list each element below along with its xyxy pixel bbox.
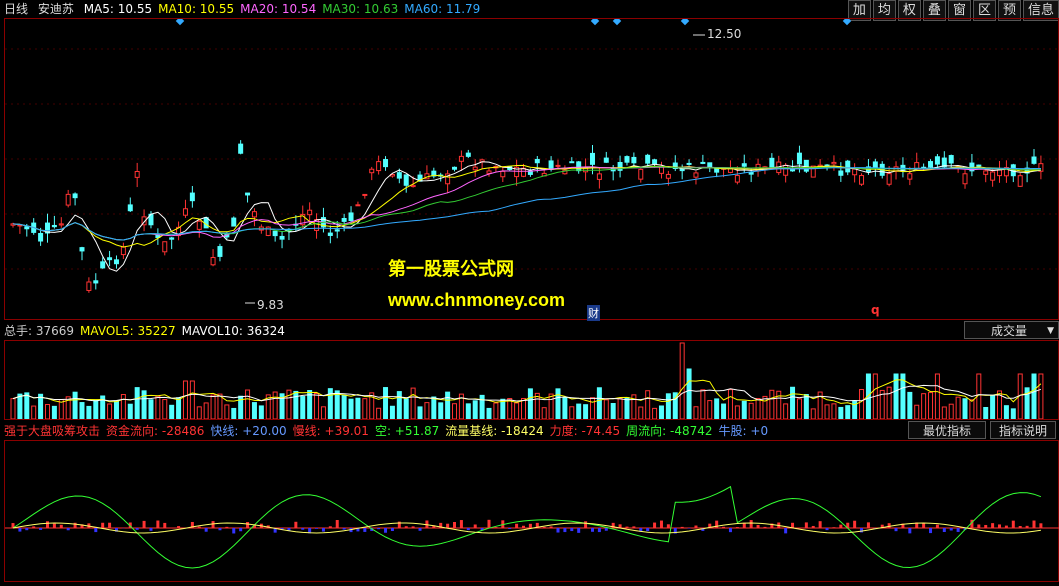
indicator-value-4: 空: +51.87 bbox=[374, 424, 440, 438]
low-price-label: 9.83 bbox=[257, 298, 284, 312]
period-label[interactable]: 日线 bbox=[4, 2, 28, 16]
indicator-value-8: 牛股: +0 bbox=[718, 424, 769, 438]
indicator-value-0: 强于大盘吸筹攻击 bbox=[4, 424, 101, 438]
chevron-down-icon: ▼ bbox=[1047, 326, 1054, 336]
watermark-url: www.chnmoney.com bbox=[388, 290, 566, 310]
volume-value-0: 总手: 37669 bbox=[4, 324, 75, 338]
indicator-help-button[interactable]: 指标说明 bbox=[990, 421, 1056, 439]
volume-header: 总手: 37669 MAVOL5: 35227 MAVOL10: 36324 bbox=[0, 322, 297, 340]
q-marker[interactable]: q bbox=[871, 303, 880, 317]
stock-name: 安迪苏 bbox=[37, 2, 74, 16]
volume-value-2: MAVOL10: 36324 bbox=[181, 324, 285, 338]
indicator-chart bbox=[5, 485, 1059, 569]
volume-selector-label: 成交量 bbox=[991, 324, 1028, 338]
indicator-header: 强于大盘吸筹攻击 资金流向: -28486 快线: +20.00 慢线: +39.01… bbox=[0, 422, 780, 440]
indicator-value-2: 快线: +20.00 bbox=[210, 424, 287, 438]
volume-chart bbox=[10, 342, 1044, 419]
finance-marker[interactable]: 财 bbox=[587, 305, 600, 321]
price-chart-pane[interactable]: 12.50 9.83 财 q bbox=[4, 18, 1059, 321]
volume-value-1: MAVOL5: 35227 bbox=[80, 324, 176, 338]
indicator-value-7: 周流向: -48742 bbox=[626, 424, 713, 438]
indicator-value-1: 资金流向: -28486 bbox=[106, 424, 205, 438]
high-price-label: 12.50 bbox=[707, 27, 742, 41]
indicator-value-5: 流量基线: -18424 bbox=[445, 424, 544, 438]
volume-pane[interactable] bbox=[4, 340, 1059, 420]
ma-value-1: MA10: 10.55 bbox=[158, 2, 235, 16]
volume-selector[interactable]: 成交量 ▼ bbox=[964, 321, 1059, 339]
watermark-cn: 第一股票公式网 bbox=[388, 259, 514, 280]
best-indicator-button[interactable]: 最优指标 bbox=[908, 421, 986, 439]
price-header: 日线 安迪苏 MA5: 10.55 MA10: 10.55 MA20: 10.54 M… bbox=[0, 0, 492, 18]
ma-value-4: MA60: 11.79 bbox=[404, 2, 481, 16]
candlestick-chart bbox=[5, 19, 1059, 304]
ma-value-3: MA30: 10.63 bbox=[322, 2, 399, 16]
indicator-value-6: 力度: -74.45 bbox=[549, 424, 621, 438]
ma-value-0: MA5: 10.55 bbox=[83, 2, 153, 16]
indicator-pane[interactable] bbox=[4, 440, 1059, 582]
indicator-value-3: 慢线: +39.01 bbox=[292, 424, 369, 438]
ma-value-2: MA20: 10.54 bbox=[240, 2, 317, 16]
